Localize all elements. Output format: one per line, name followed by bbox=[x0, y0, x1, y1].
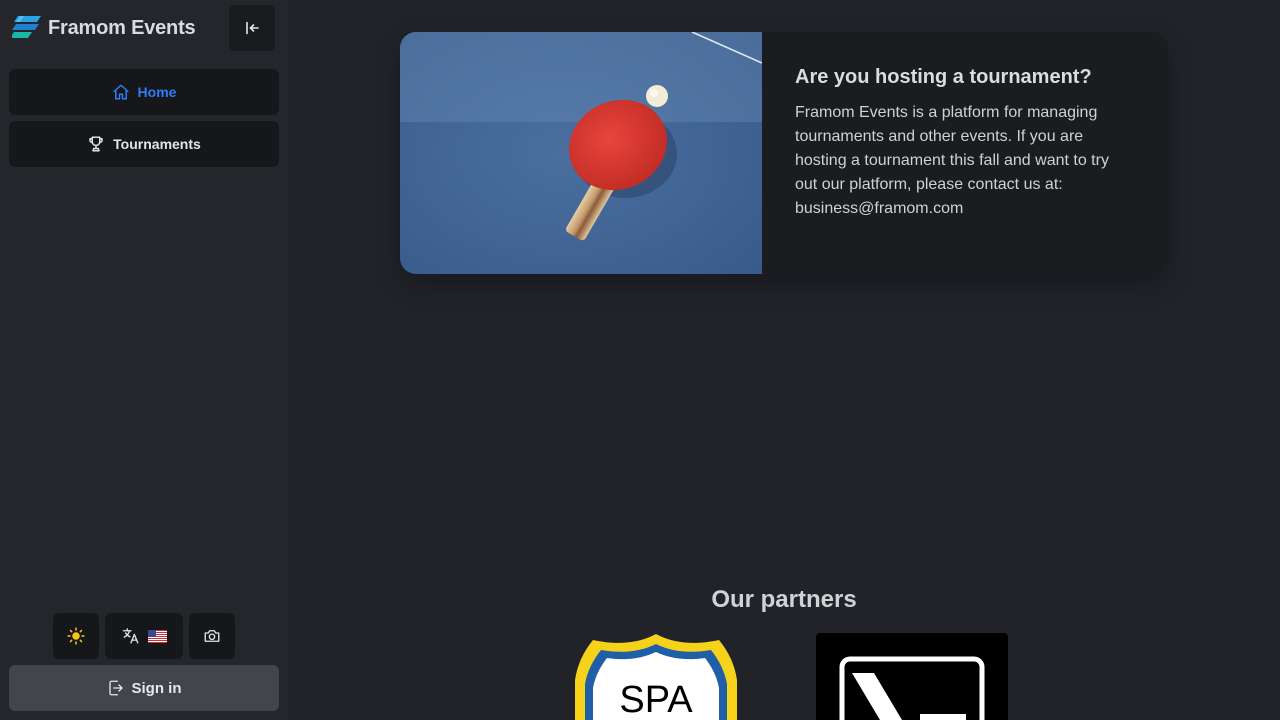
translate-icon bbox=[122, 628, 138, 644]
home-icon bbox=[113, 84, 129, 100]
collapse-sidebar-button[interactable] bbox=[229, 5, 275, 51]
sidebar-item-tournaments[interactable]: Tournaments bbox=[9, 121, 279, 167]
brand-name: Framom Events bbox=[48, 16, 196, 39]
us-flag-icon bbox=[147, 629, 167, 643]
sign-in-icon bbox=[108, 680, 123, 696]
hosting-card: Are you hosting a tournament? Framom Eve… bbox=[400, 32, 1168, 274]
hosting-text: Are you hosting a tournament? Framom Eve… bbox=[795, 66, 1135, 221]
theme-toggle-button[interactable] bbox=[53, 613, 99, 659]
sidebar-item-label: Home bbox=[137, 84, 177, 100]
collapse-left-icon bbox=[246, 21, 259, 35]
camera-button[interactable] bbox=[189, 613, 235, 659]
contact-email[interactable]: business@framom.com bbox=[795, 197, 1135, 221]
sun-icon bbox=[67, 627, 85, 645]
framom-logo-icon bbox=[12, 16, 41, 38]
partner-logo-x[interactable] bbox=[816, 633, 1008, 720]
sidebar-item-home[interactable]: Home bbox=[9, 69, 279, 115]
camera-icon bbox=[204, 630, 220, 642]
ping-pong-image bbox=[400, 32, 762, 274]
language-select-button[interactable] bbox=[105, 613, 183, 659]
sidebar: Framom Events Home Tournaments Sign in bbox=[0, 0, 288, 720]
x-logo bbox=[839, 656, 985, 720]
sign-in-label: Sign in bbox=[131, 679, 182, 697]
hosting-title: Are you hosting a tournament? bbox=[795, 66, 1092, 88]
sidebar-item-label: Tournaments bbox=[113, 136, 201, 152]
sign-in-button[interactable]: Sign in bbox=[9, 665, 279, 711]
hosting-description: Framom Events is a platform for managing… bbox=[795, 104, 1109, 193]
partners-title: Our partners bbox=[711, 586, 857, 613]
spa-label: SPA bbox=[619, 679, 693, 720]
brand[interactable]: Framom Events bbox=[12, 12, 196, 44]
partner-logo-spa[interactable]: SPA bbox=[571, 632, 741, 720]
spa-shield-logo: SPA bbox=[575, 634, 737, 720]
trophy-icon bbox=[89, 136, 103, 152]
